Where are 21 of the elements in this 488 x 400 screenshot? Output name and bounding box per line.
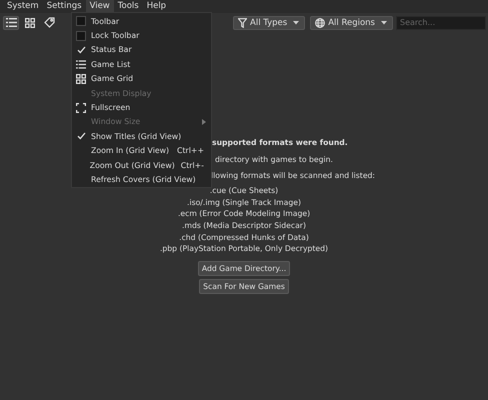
region-filter-dropdown[interactable]: All Regions xyxy=(310,16,393,30)
type-filter-dropdown[interactable]: All Types xyxy=(233,16,306,30)
tag-icon xyxy=(44,17,54,28)
grid-view-button[interactable] xyxy=(22,16,38,30)
menu-item[interactable]: Settings xyxy=(42,0,86,13)
menu-item[interactable]: Help xyxy=(142,0,170,13)
search-field[interactable]: Search... xyxy=(396,16,486,30)
filter-icon xyxy=(238,18,248,28)
caret-icon xyxy=(293,20,300,24)
menu-item[interactable]: System xyxy=(3,0,43,13)
list-view-button[interactable] xyxy=(3,16,19,30)
grid-icon xyxy=(25,18,35,28)
menu-item[interactable]: View xyxy=(86,0,114,13)
caret-icon xyxy=(381,20,387,24)
fullscreen-icon xyxy=(76,102,86,113)
list-icon xyxy=(76,60,86,69)
list-icon xyxy=(6,18,16,27)
submenu-arrow-icon xyxy=(202,118,206,125)
grid-icon xyxy=(76,74,86,84)
globe-icon xyxy=(315,18,326,28)
menu-item[interactable]: Tools xyxy=(114,0,143,13)
